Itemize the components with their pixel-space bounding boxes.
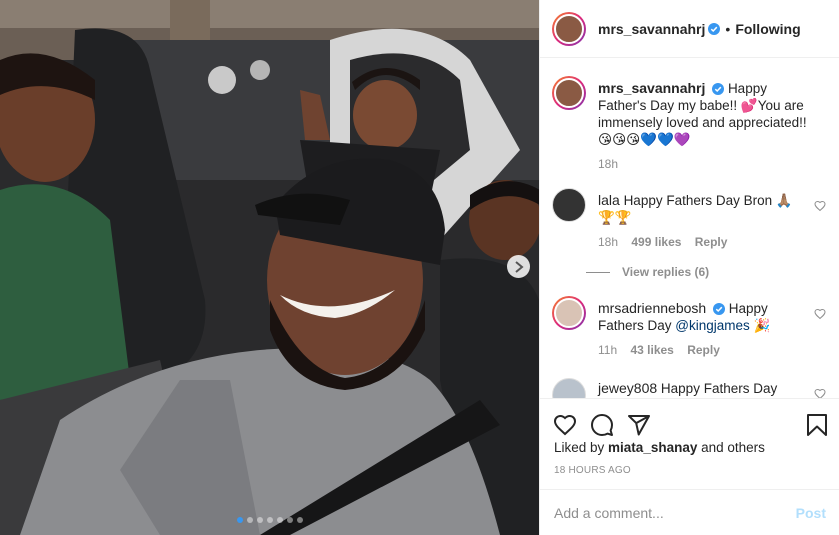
comment-input[interactable] [554, 504, 796, 521]
commenter-avatar[interactable] [552, 296, 586, 330]
verified-badge-icon [712, 303, 725, 315]
like-comment-heart-icon[interactable] [814, 200, 826, 212]
photo-scene [0, 0, 539, 535]
share-send-icon[interactable] [627, 413, 651, 437]
verified-badge-icon [708, 22, 721, 35]
view-replies-button[interactable]: View replies (6) [586, 265, 709, 279]
carousel-dot [296, 517, 303, 523]
comments-list[interactable]: mrs_savannahrj Happy Father's Day my bab… [540, 58, 839, 398]
comment-likes[interactable]: 43 likes [630, 343, 673, 357]
author-username[interactable]: mrs_savannahrj [598, 21, 705, 37]
post-photo[interactable] [0, 0, 539, 535]
like-comment-heart-icon[interactable] [814, 388, 826, 398]
commenter-username[interactable]: lala [598, 192, 620, 208]
view-replies-label: View replies (6) [622, 265, 710, 279]
liked-by-line: Liked by miata_shanay and others [554, 440, 765, 455]
liked-by-suffix[interactable]: and others [697, 440, 765, 455]
carousel-dot [246, 517, 253, 523]
carousel-dot [276, 517, 283, 523]
author-avatar[interactable] [552, 11, 586, 46]
commenter-avatar[interactable] [552, 378, 586, 398]
bookmark-save-icon[interactable] [806, 413, 828, 437]
reply-button[interactable]: Reply [695, 235, 728, 249]
comment-time: 18h [598, 235, 619, 249]
post-comment-button[interactable]: Post [796, 505, 826, 521]
reply-button[interactable]: Reply [687, 343, 720, 357]
like-comment-heart-icon[interactable] [814, 308, 826, 320]
separator-dot: • [725, 20, 731, 37]
next-photo-button[interactable] [507, 255, 530, 278]
mention-link[interactable]: @kingjames [675, 318, 749, 333]
following-button[interactable]: Following [735, 21, 800, 37]
verified-badge-icon [712, 83, 725, 95]
carousel-dot [236, 517, 243, 523]
commenter-username[interactable]: jewey808 [598, 380, 657, 396]
liked-by-prefix: Liked by [554, 440, 609, 455]
post-timestamp[interactable]: 18 HOURS AGO [554, 465, 631, 476]
comment-time: 11h [598, 343, 618, 357]
comment-time: 18h [598, 157, 619, 171]
commenter-avatar[interactable] [552, 76, 586, 110]
carousel-dot [266, 517, 273, 523]
instagram-post-modal: mrs_savannahrj • Following mrs_savannahr… [0, 0, 839, 535]
comment-composer: Post [540, 489, 839, 535]
comment-likes[interactable]: 499 likes [631, 235, 681, 249]
commenter-username[interactable]: mrs_savannahrj [598, 80, 705, 96]
comment-text: Happy Fathers Day Bron 🙏🏽🏆🏆 [598, 193, 793, 225]
chevron-right-icon [514, 260, 524, 273]
carousel-dot [256, 517, 263, 523]
post-side-panel: mrs_savannahrj • Following mrs_savannahr… [539, 0, 839, 535]
comment-text-tail: 🎉 [749, 318, 771, 333]
like-heart-icon[interactable] [553, 413, 577, 437]
post-header: mrs_savannahrj • Following [540, 0, 839, 58]
liked-by-user[interactable]: miata_shanay [608, 440, 697, 455]
comment-text: Happy Fathers Day [660, 381, 778, 396]
comment-bubble-icon[interactable] [590, 413, 614, 437]
carousel-dots [0, 517, 539, 523]
commenter-username[interactable]: mrsadriennebosh [598, 300, 706, 316]
carousel-dot [286, 517, 293, 523]
commenter-avatar[interactable] [552, 188, 586, 222]
